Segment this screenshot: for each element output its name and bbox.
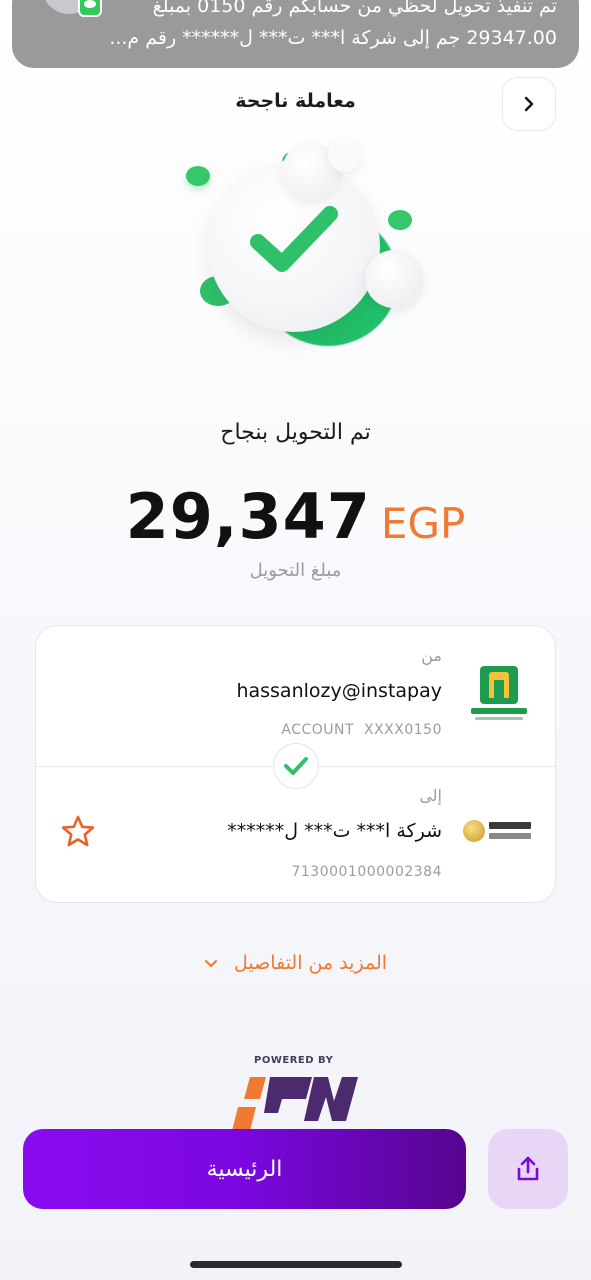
- success-check-icon: [250, 206, 338, 272]
- recipient-name: شركة ا*** ت*** ل******: [227, 820, 442, 842]
- nbe-bank-logo: [471, 664, 527, 726]
- amount-value: 29,347: [125, 480, 371, 553]
- share-button[interactable]: [488, 1129, 568, 1209]
- powered-by-block: POWERED BY: [230, 1055, 370, 1135]
- from-account: ACCOUNT XXXX0150: [281, 722, 442, 738]
- notification-text: تم تنفيذ تحويل لحظي من حسابكم رقم 0150 ب…: [87, 0, 557, 54]
- back-button[interactable]: [502, 77, 556, 131]
- home-button[interactable]: الرئيسية: [23, 1129, 466, 1209]
- ipn-logo: [232, 1077, 358, 1131]
- powered-by-label: POWERED BY: [254, 1055, 334, 1066]
- sms-notification-banner[interactable]: تم تنفيذ تحويل لحظي من حسابكم رقم 0150 ب…: [12, 0, 579, 68]
- chevron-right-icon: [524, 96, 534, 112]
- banque-misr-logo: [463, 814, 533, 848]
- to-label: إلى: [419, 786, 442, 805]
- success-illustration: [170, 130, 430, 360]
- amount-currency: EGP: [380, 499, 466, 548]
- transfer-amount: 29,347 EGP: [0, 480, 591, 553]
- notification-line-2: 29347.00 جم إلى شركة ا*** ت*** ل****** ر…: [109, 27, 557, 49]
- chevron-down-icon: [204, 959, 217, 967]
- recipient-account: 7130001000002384: [291, 864, 442, 880]
- from-address: hassanlozy@instapay: [236, 680, 442, 702]
- home-button-label: الرئيسية: [206, 1156, 283, 1182]
- notification-line-1: تم تنفيذ تحويل لحظي من حسابكم رقم 0150 ب…: [152, 0, 557, 17]
- share-icon: [517, 1156, 539, 1181]
- transfer-success-screen: تم تنفيذ تحويل لحظي من حسابكم رقم 0150 ب…: [0, 0, 591, 1280]
- more-details-link[interactable]: المزيد من التفاصيل: [0, 952, 591, 974]
- home-indicator[interactable]: [190, 1261, 402, 1268]
- star-icon[interactable]: [60, 814, 96, 848]
- account-prefix: ACCOUNT: [281, 722, 355, 738]
- transfer-direction-badge: [273, 743, 319, 789]
- check-icon: [284, 757, 308, 775]
- from-label: من: [421, 646, 442, 665]
- more-details-label: المزيد من التفاصيل: [234, 952, 388, 974]
- account-number: XXXX0150: [364, 722, 442, 738]
- amount-label: مبلغ التحويل: [249, 560, 342, 581]
- success-title: تم التحويل بنجاح: [220, 420, 371, 445]
- transfer-details-card: من hassanlozy@instapay ACCOUNT XXXX0150 …: [35, 625, 556, 903]
